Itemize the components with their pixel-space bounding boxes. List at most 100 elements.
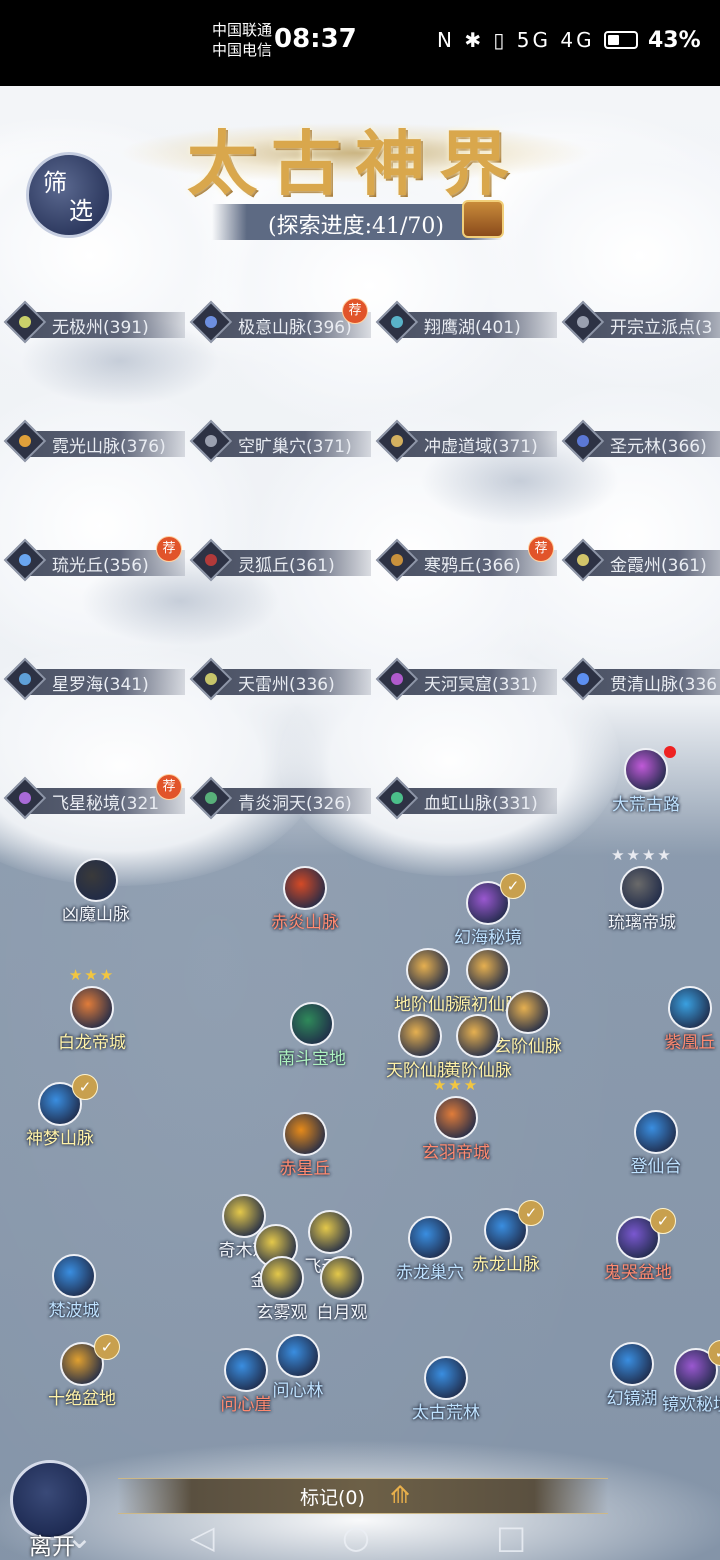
nav-home-icon[interactable]: ○ <box>342 1518 370 1556</box>
map-node[interactable]: ★★★ 玄羽帝城 <box>396 1076 516 1176</box>
tag-label: 开宗立派点(3 <box>610 318 713 338</box>
location-tag[interactable]: 霓光山脉(376) <box>3 419 185 463</box>
location-tag[interactable]: 极意山脉(396) 荐 <box>189 298 371 344</box>
tag-label: 青炎洞天(326) <box>238 794 352 814</box>
filter-label-1: 筛 <box>43 169 67 197</box>
tag-label: 天河冥窟(331) <box>424 675 538 695</box>
node-icon <box>320 1256 364 1300</box>
map-node[interactable]: 赤星丘 <box>245 1112 365 1192</box>
location-tag[interactable]: 金霞州(361) <box>561 538 720 582</box>
nav-collapse-icon[interactable]: ⌄ <box>66 1518 93 1556</box>
status-icons: N ✱ ▯ 5G 4G <box>437 28 595 52</box>
treasure-chest-icon[interactable] <box>462 200 504 238</box>
location-tag[interactable]: 星罗海(341) <box>3 657 185 701</box>
tag-label: 血虹山脉(331) <box>424 794 538 814</box>
location-tag[interactable]: 血虹山脉(331) <box>375 776 557 820</box>
node-icon <box>276 1334 320 1378</box>
map-node[interactable]: 问心林 <box>238 1334 358 1414</box>
node-icon <box>434 1096 478 1140</box>
tag-label: 飞星秘境(321 <box>52 794 160 814</box>
location-tag[interactable]: 灵狐丘(361) <box>189 538 371 582</box>
world-map[interactable]: 太古神界 筛 选 (探索进度:41/70) 无极州(391) 极意山脉(396) 荐… <box>0 86 720 1560</box>
location-tag[interactable]: 无极州(391) <box>3 300 185 344</box>
node-label: 镜欢秘境 <box>662 1395 720 1415</box>
tag-label: 霓光山脉(376) <box>52 437 166 457</box>
nav-back-icon[interactable]: ◁ <box>190 1518 215 1556</box>
map-node[interactable]: 紫凰丘 <box>630 986 720 1066</box>
filter-label-2: 选 <box>69 197 93 225</box>
map-node[interactable]: ✓镜欢秘境 <box>636 1340 720 1428</box>
node-label: 十绝盆地 <box>48 1389 116 1409</box>
location-tag[interactable]: 飞星秘境(321 荐 <box>3 774 185 820</box>
map-node[interactable]: ★★★ 白龙帝城 <box>32 966 152 1066</box>
check-icon: ✓ <box>500 873 526 899</box>
realm-title: 太古神界 <box>120 100 590 210</box>
location-tag[interactable]: 贯清山脉(336 <box>561 657 720 701</box>
node-label: 南斗宝地 <box>278 1049 346 1069</box>
carrier-2: 中国电信 <box>212 41 273 59</box>
map-node[interactable]: 南斗宝地 <box>252 1002 372 1082</box>
node-icon <box>424 1356 468 1400</box>
node-label: 太古荒林 <box>412 1403 480 1423</box>
check-icon: ✓ <box>518 1200 544 1226</box>
node-icon <box>620 866 664 910</box>
tag-label: 空旷巢穴(371) <box>238 437 352 457</box>
location-tag[interactable]: 开宗立派点(3 <box>561 300 720 344</box>
progress-text: (探索进度:41/70) <box>268 214 444 239</box>
location-tag[interactable]: 冲虚道域(371) <box>375 419 557 463</box>
map-node[interactable]: 赤炎山脉 <box>245 866 365 946</box>
node-label: 玄羽帝城 <box>422 1143 490 1163</box>
tag-label: 琉光丘(356) <box>52 556 149 576</box>
nav-recent-icon[interactable]: □ <box>496 1518 526 1556</box>
node-icon <box>70 986 114 1030</box>
node-label: 问心林 <box>272 1381 324 1401</box>
map-node[interactable]: ✓ 鬼哭盆地 <box>578 1208 698 1296</box>
recommend-badge: 荐 <box>156 774 182 800</box>
map-node[interactable]: ✓ 赤龙山脉 <box>446 1200 566 1288</box>
map-node[interactable]: 凶魔山脉 <box>36 858 156 938</box>
system-nav-bar: ⌄ ◁ ○ □ <box>0 1512 720 1560</box>
tag-label: 金霞州(361) <box>610 556 707 576</box>
map-node[interactable]: 登仙台 <box>596 1110 716 1190</box>
title-text: 太古神界 <box>187 122 523 205</box>
location-tag[interactable]: 天河冥窟(331) <box>375 657 557 701</box>
location-tag[interactable]: 翔鹰湖(401) <box>375 300 557 344</box>
node-icon <box>283 866 327 910</box>
location-tag[interactable]: 寒鸦丘(366) 荐 <box>375 536 557 582</box>
location-tag[interactable]: 青炎洞天(326) <box>189 776 371 820</box>
tag-label: 无极州(391) <box>52 318 149 338</box>
map-node[interactable]: ✓ 神梦山脉 <box>0 1074 120 1162</box>
node-icon <box>456 1014 500 1058</box>
node-label: 白龙帝城 <box>58 1033 126 1053</box>
recommend-badge: 荐 <box>156 536 182 562</box>
tag-label: 翔鹰湖(401) <box>424 318 521 338</box>
node-icon <box>624 748 668 792</box>
filter-button[interactable]: 筛 选 <box>26 152 112 238</box>
map-node[interactable]: 白月观 <box>282 1256 402 1336</box>
mark-button[interactable]: 标记(0) ⟰ <box>118 1478 608 1514</box>
node-label: 大荒古路 <box>612 795 680 815</box>
location-tag[interactable]: 空旷巢穴(371) <box>189 419 371 463</box>
check-icon: ✓ <box>72 1074 98 1100</box>
check-icon: ✓ <box>650 1208 676 1234</box>
node-label: 赤龙山脉 <box>472 1255 540 1275</box>
node-label: 幻海秘境 <box>454 928 522 948</box>
tag-label: 冲虚道域(371) <box>424 437 538 457</box>
map-node[interactable]: 梵波城 <box>14 1254 134 1334</box>
node-label: 赤星丘 <box>279 1159 331 1179</box>
node-icon <box>52 1254 96 1298</box>
node-icon <box>290 1002 334 1046</box>
location-tag[interactable]: 天雷州(336) <box>189 657 371 701</box>
tag-label: 寒鸦丘(366) <box>424 556 521 576</box>
map-node[interactable]: ★★★★ 琉璃帝城 <box>582 846 702 946</box>
map-node[interactable]: ✓ 十绝盆地 <box>22 1334 142 1422</box>
map-node[interactable]: 大荒古路 <box>586 746 706 828</box>
clock: 08:37 <box>274 24 357 54</box>
location-tag[interactable]: 圣元林(366) <box>561 419 720 463</box>
location-tag[interactable]: 琉光丘(356) 荐 <box>3 536 185 582</box>
node-label: 神梦山脉 <box>26 1129 94 1149</box>
node-label: 赤炎山脉 <box>271 913 339 933</box>
check-icon: ✓ <box>94 1334 120 1360</box>
mark-label: 标记(0) <box>300 1487 365 1509</box>
tag-label: 圣元林(366) <box>610 437 707 457</box>
